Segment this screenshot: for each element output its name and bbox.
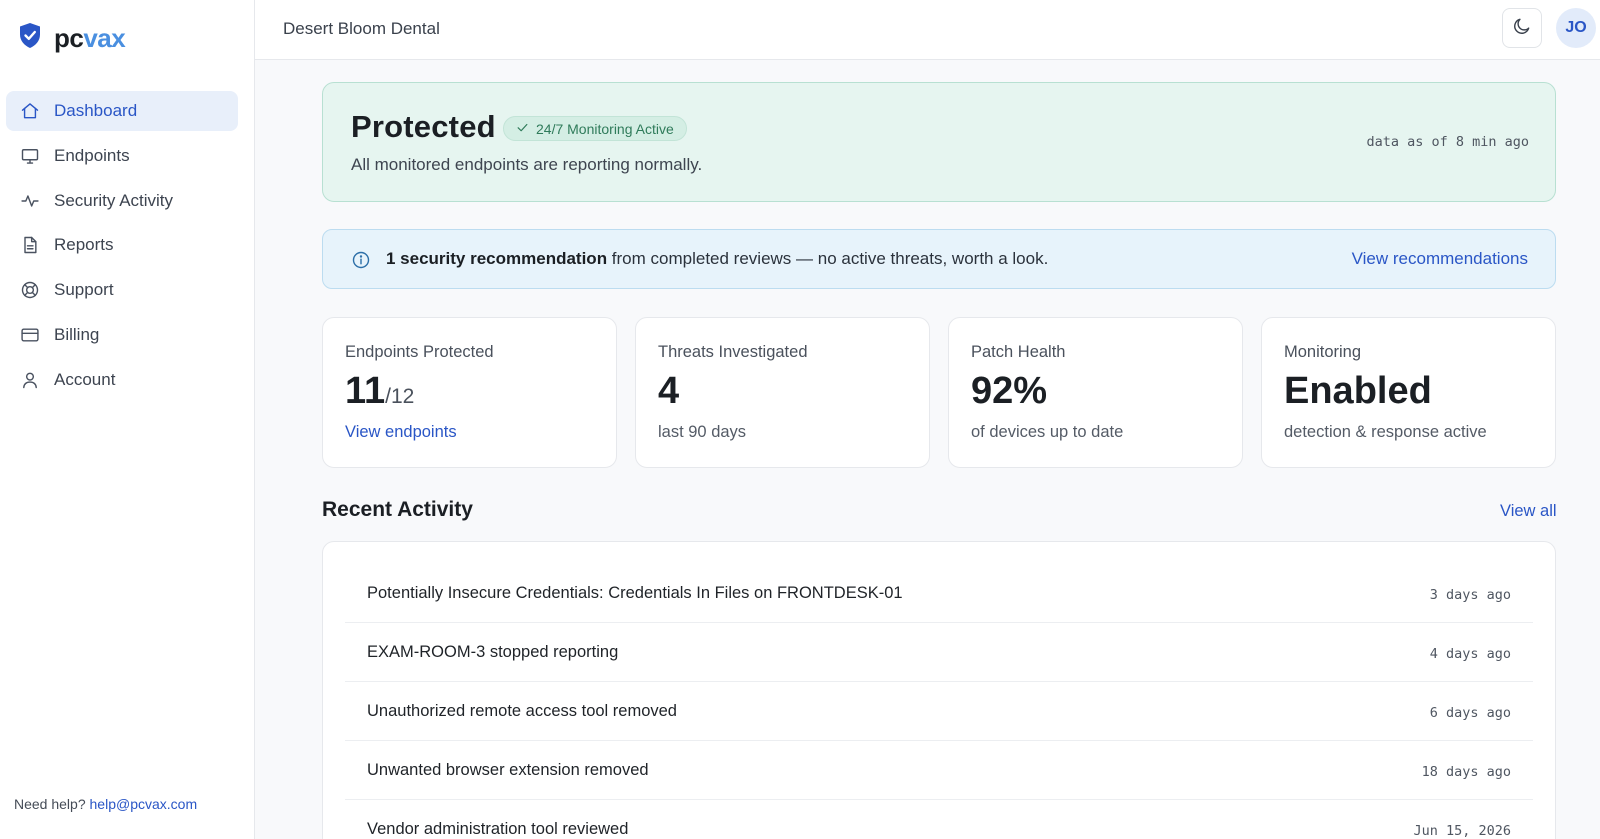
sidebar-item-label: Support — [54, 280, 114, 300]
recommendation-text: 1 security recommendation from completed… — [386, 249, 1049, 268]
sidebar-item-label: Dashboard — [54, 101, 138, 120]
help-email-link[interactable]: help@pcvax.com — [90, 796, 198, 812]
card-subtext: of devices up to date — [971, 423, 1124, 441]
credit-card-icon — [20, 325, 40, 345]
recent-activity-title: Recent Activity — [322, 498, 473, 521]
activity-row[interactable]: EXAM-ROOM-3 stopped reporting 4 days ago — [345, 623, 1533, 682]
card-label: Patch Health — [971, 343, 1066, 361]
card-value: Enabled — [1284, 370, 1432, 412]
activity-row[interactable]: Unwanted browser extension removed 18 da… — [345, 741, 1533, 800]
user-icon — [20, 370, 40, 390]
card-subtext: detection & response active — [1284, 423, 1487, 441]
view-recommendations-link[interactable]: View recommendations — [1352, 249, 1528, 269]
activity-text: Vendor administration tool reviewed — [367, 820, 629, 838]
sidebar-item-support[interactable]: Support — [6, 270, 238, 310]
sidebar-item-billing[interactable]: Billing — [6, 315, 238, 355]
card-label: Monitoring — [1284, 343, 1362, 361]
logo[interactable]: pcvax — [18, 22, 126, 54]
protection-status-banner: Protected 24/7 Monitoring Active All mon… — [322, 82, 1556, 202]
sidebar-item-reports[interactable]: Reports — [6, 225, 238, 265]
org-name: Desert Bloom Dental — [283, 19, 440, 38]
sidebar-item-security-activity[interactable]: Security Activity — [6, 181, 238, 221]
card-patch-health: Patch Health 92% of devices up to date — [948, 317, 1243, 468]
activity-time: 4 days ago — [1429, 646, 1511, 662]
card-endpoints-protected: Endpoints Protected 11/12 View endpoints — [322, 317, 617, 468]
card-label: Endpoints Protected — [345, 343, 494, 361]
view-endpoints-link[interactable]: View endpoints — [345, 423, 457, 442]
top-bar: Desert Bloom Dental JO — [255, 0, 1600, 60]
view-all-link[interactable]: View all — [1500, 502, 1557, 521]
lifebuoy-icon — [20, 280, 40, 300]
sidebar-item-account[interactable]: Account — [6, 360, 238, 400]
help-footer: Need help? help@pcvax.com — [14, 796, 197, 812]
activity-text: EXAM-ROOM-3 stopped reporting — [367, 643, 619, 661]
sidebar-nav: Dashboard Endpoints Security Activity Re… — [6, 91, 238, 405]
card-value: 11/12 — [345, 370, 415, 412]
sidebar-item-endpoints[interactable]: Endpoints — [6, 136, 238, 176]
avatar[interactable]: JO — [1556, 8, 1596, 48]
card-monitoring: Monitoring Enabled detection & response … — [1261, 317, 1556, 468]
activity-row[interactable]: Potentially Insecure Credentials: Creden… — [345, 564, 1533, 623]
card-value: 4 — [658, 370, 680, 412]
status-updated: data as of 8 min ago — [1366, 134, 1529, 150]
monitoring-badge: 24/7 Monitoring Active — [503, 116, 687, 141]
check-icon — [516, 121, 529, 137]
recommendation-banner: 1 security recommendation from completed… — [322, 229, 1556, 289]
home-icon — [20, 101, 40, 121]
sidebar-item-label: Account — [54, 369, 116, 389]
card-threats-investigated: Threats Investigated 4 last 90 days — [635, 317, 930, 468]
card-subtext: last 90 days — [658, 423, 747, 441]
recent-activity-list: Potentially Insecure Credentials: Creden… — [322, 541, 1556, 839]
activity-text: Potentially Insecure Credentials: Creden… — [367, 584, 903, 602]
logo-text: pcvax — [54, 22, 126, 53]
activity-row[interactable]: Unauthorized remote access tool removed … — [345, 682, 1533, 741]
help-prefix: Need help? — [14, 796, 86, 812]
activity-time: Jun 15, 2026 — [1413, 823, 1511, 839]
card-label: Threats Investigated — [658, 343, 808, 361]
sidebar-item-label: Endpoints — [54, 145, 130, 165]
activity-text: Unwanted browser extension removed — [367, 761, 649, 779]
sidebar-item-label: Security Activity — [54, 190, 174, 210]
info-icon — [351, 250, 371, 270]
card-value: 92% — [971, 370, 1048, 412]
sidebar: pcvax Dashboard Endpoints Security Activ… — [0, 0, 255, 839]
theme-toggle-button[interactable] — [1502, 8, 1542, 48]
sidebar-item-label: Reports — [54, 235, 114, 255]
monitor-icon — [20, 146, 40, 166]
sidebar-item-label: Billing — [54, 324, 100, 344]
status-title: Protected — [351, 109, 496, 144]
activity-time: 18 days ago — [1421, 764, 1511, 780]
activity-row[interactable]: Vendor administration tool reviewed Jun … — [345, 800, 1533, 839]
sidebar-item-dashboard[interactable]: Dashboard — [6, 91, 238, 131]
monitoring-badge-label: 24/7 Monitoring Active — [536, 120, 674, 137]
status-subtitle: All monitored endpoints are reporting no… — [351, 155, 703, 174]
moon-icon — [1512, 16, 1532, 41]
shield-check-icon — [18, 22, 42, 54]
activity-time: 6 days ago — [1429, 705, 1511, 721]
document-icon — [20, 235, 40, 255]
activity-time: 3 days ago — [1429, 587, 1511, 603]
activity-icon — [20, 191, 40, 211]
activity-text: Unauthorized remote access tool removed — [367, 702, 677, 720]
